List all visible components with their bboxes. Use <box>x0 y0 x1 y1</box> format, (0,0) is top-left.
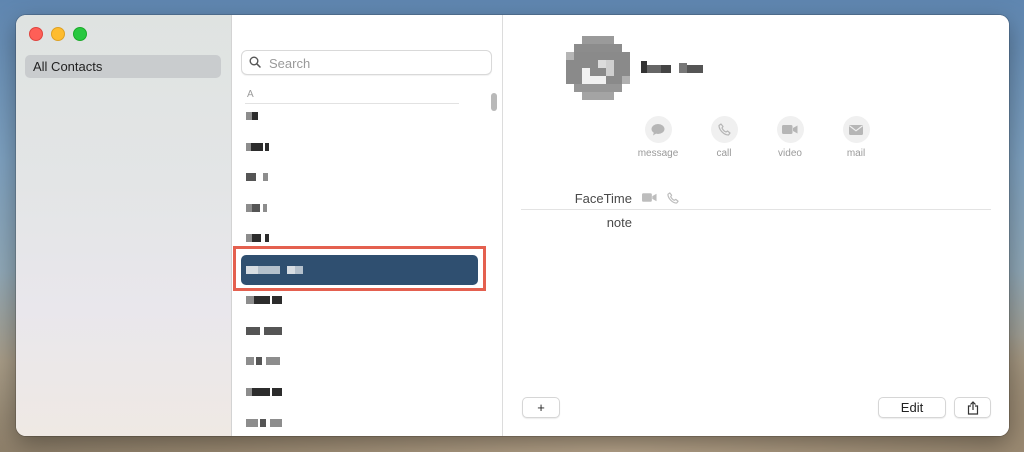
facetime-actions <box>642 192 679 204</box>
contact-row-selected[interactable] <box>241 255 478 285</box>
video-camera-icon <box>776 116 804 143</box>
facetime-audio-icon[interactable] <box>667 192 679 204</box>
sidebar-item-all-contacts[interactable]: All Contacts <box>25 55 221 78</box>
video-label: video <box>778 148 802 159</box>
call-label: call <box>716 148 732 159</box>
contact-row[interactable] <box>244 351 476 373</box>
share-icon <box>967 400 978 415</box>
contact-avatar <box>566 36 630 100</box>
note-field-label: note <box>606 215 632 230</box>
window-controls <box>29 27 87 41</box>
field-divider <box>521 209 991 210</box>
contact-row[interactable] <box>244 413 476 435</box>
contact-row[interactable] <box>244 167 476 189</box>
facetime-video-icon[interactable] <box>642 192 657 203</box>
contact-row[interactable] <box>244 290 476 312</box>
search-input[interactable] <box>267 54 486 73</box>
message-button[interactable]: message <box>634 116 682 159</box>
section-divider <box>245 103 459 104</box>
mail-label: mail <box>846 148 866 159</box>
contacts-window: All Contacts A <box>16 15 1009 436</box>
contact-detail-pane: message call video mail FaceTime note + … <box>503 15 1009 436</box>
share-button[interactable] <box>954 397 991 418</box>
add-contact-button[interactable]: + <box>522 397 560 418</box>
contact-action-buttons: message call video mail <box>634 116 880 159</box>
call-button[interactable]: call <box>700 116 748 159</box>
mail-button[interactable]: mail <box>832 116 880 159</box>
minimize-window-button[interactable] <box>51 27 65 41</box>
edit-button[interactable]: Edit <box>878 397 946 418</box>
contact-row[interactable] <box>244 321 476 343</box>
search-icon <box>249 56 261 68</box>
contact-row[interactable] <box>244 106 476 128</box>
contact-row[interactable] <box>244 198 476 220</box>
sidebar: All Contacts <box>16 15 232 436</box>
phone-icon <box>710 116 738 143</box>
contact-name <box>641 61 703 73</box>
contact-row[interactable] <box>244 382 476 404</box>
zoom-window-button[interactable] <box>73 27 87 41</box>
facetime-field-label: FaceTime <box>574 191 632 206</box>
close-window-button[interactable] <box>29 27 43 41</box>
envelope-icon <box>842 116 870 143</box>
video-button[interactable]: video <box>766 116 814 159</box>
contact-list-pane: A <box>232 15 503 436</box>
message-label: message <box>637 148 679 159</box>
search-field[interactable] <box>241 50 492 75</box>
list-scrollbar[interactable] <box>491 93 497 111</box>
contact-row[interactable] <box>244 137 476 159</box>
message-bubble-icon <box>644 116 672 143</box>
section-header-letter: A <box>247 89 254 100</box>
